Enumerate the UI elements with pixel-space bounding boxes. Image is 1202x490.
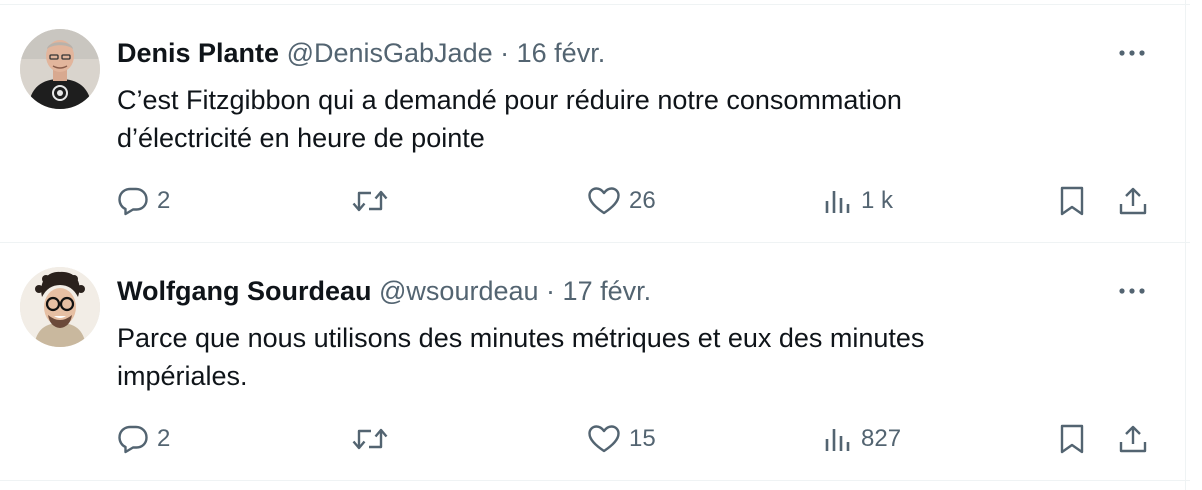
reply-button[interactable]: 2 — [117, 179, 170, 223]
bottom-divider — [0, 480, 1190, 481]
author-handle[interactable]: @DenisGabJade — [287, 38, 493, 68]
views-button[interactable]: 1 k — [823, 179, 893, 223]
avatar[interactable] — [20, 29, 100, 109]
tweet-text-line: C’est Fitzgibbon qui a demandé pour rédu… — [117, 85, 902, 115]
separator-dot: · — [546, 276, 556, 306]
reply-icon — [117, 186, 149, 216]
tweet[interactable]: Wolfgang Sourdeau @wsourdeau · 17 févr. … — [0, 267, 1186, 467]
like-count: 26 — [629, 187, 656, 214]
share-button[interactable] — [1117, 179, 1149, 223]
tweet-header: Wolfgang Sourdeau @wsourdeau · 17 févr. — [117, 271, 651, 311]
bookmark-icon — [1058, 423, 1086, 455]
reply-count: 2 — [157, 187, 171, 214]
share-button[interactable] — [1117, 417, 1149, 461]
more-button[interactable] — [1112, 275, 1152, 307]
author-handle[interactable]: @wsourdeau — [379, 276, 539, 306]
more-button[interactable] — [1112, 37, 1152, 69]
views-button[interactable]: 827 — [823, 417, 901, 461]
bookmark-icon — [1058, 185, 1086, 217]
heart-icon — [587, 186, 621, 216]
author-name[interactable]: Denis Plante — [117, 38, 279, 68]
views-count: 827 — [861, 425, 902, 452]
like-button[interactable]: 26 — [587, 179, 656, 223]
top-divider — [0, 4, 1190, 5]
more-icon — [1118, 287, 1146, 295]
reply-button[interactable]: 2 — [117, 417, 170, 461]
tweet-text-line: Parce que nous utilisons des minutes mét… — [117, 323, 925, 353]
tweet-thread: Denis Plante @DenisGabJade · 16 févr. C’… — [0, 0, 1202, 490]
views-count: 1 k — [861, 187, 894, 214]
heart-icon — [587, 424, 621, 454]
views-icon — [823, 424, 853, 454]
reply-count: 2 — [157, 425, 171, 452]
action-bar: 2 26 1 k — [0, 179, 1186, 223]
author-name[interactable]: Wolfgang Sourdeau — [117, 276, 372, 306]
action-bar: 2 15 827 — [0, 417, 1186, 461]
retweet-icon — [351, 186, 389, 216]
retweet-button[interactable] — [351, 417, 389, 461]
more-icon — [1118, 49, 1146, 57]
tweet-divider — [0, 242, 1190, 243]
tweet-text-line: d’électricité en heure de pointe — [117, 123, 485, 153]
retweet-icon — [351, 424, 389, 454]
tweet-text: C’est Fitzgibbon qui a demandé pour rédu… — [117, 81, 1117, 157]
tweet-text-line: impériales. — [117, 361, 248, 391]
retweet-button[interactable] — [351, 179, 389, 223]
separator-dot: · — [500, 38, 510, 68]
tweet-date[interactable]: 16 févr. — [517, 38, 606, 68]
avatar[interactable] — [20, 267, 100, 347]
tweet-text: Parce que nous utilisons des minutes mét… — [117, 319, 1117, 395]
bookmark-button[interactable] — [1058, 179, 1086, 223]
share-icon — [1117, 423, 1149, 455]
column-border — [1185, 0, 1186, 490]
tweet[interactable]: Denis Plante @DenisGabJade · 16 févr. C’… — [0, 29, 1186, 229]
reply-icon — [117, 424, 149, 454]
like-count: 15 — [629, 425, 656, 452]
tweet-date[interactable]: 17 févr. — [563, 276, 652, 306]
bookmark-button[interactable] — [1058, 417, 1086, 461]
share-icon — [1117, 185, 1149, 217]
views-icon — [823, 186, 853, 216]
like-button[interactable]: 15 — [587, 417, 656, 461]
tweet-header: Denis Plante @DenisGabJade · 16 févr. — [117, 33, 605, 73]
